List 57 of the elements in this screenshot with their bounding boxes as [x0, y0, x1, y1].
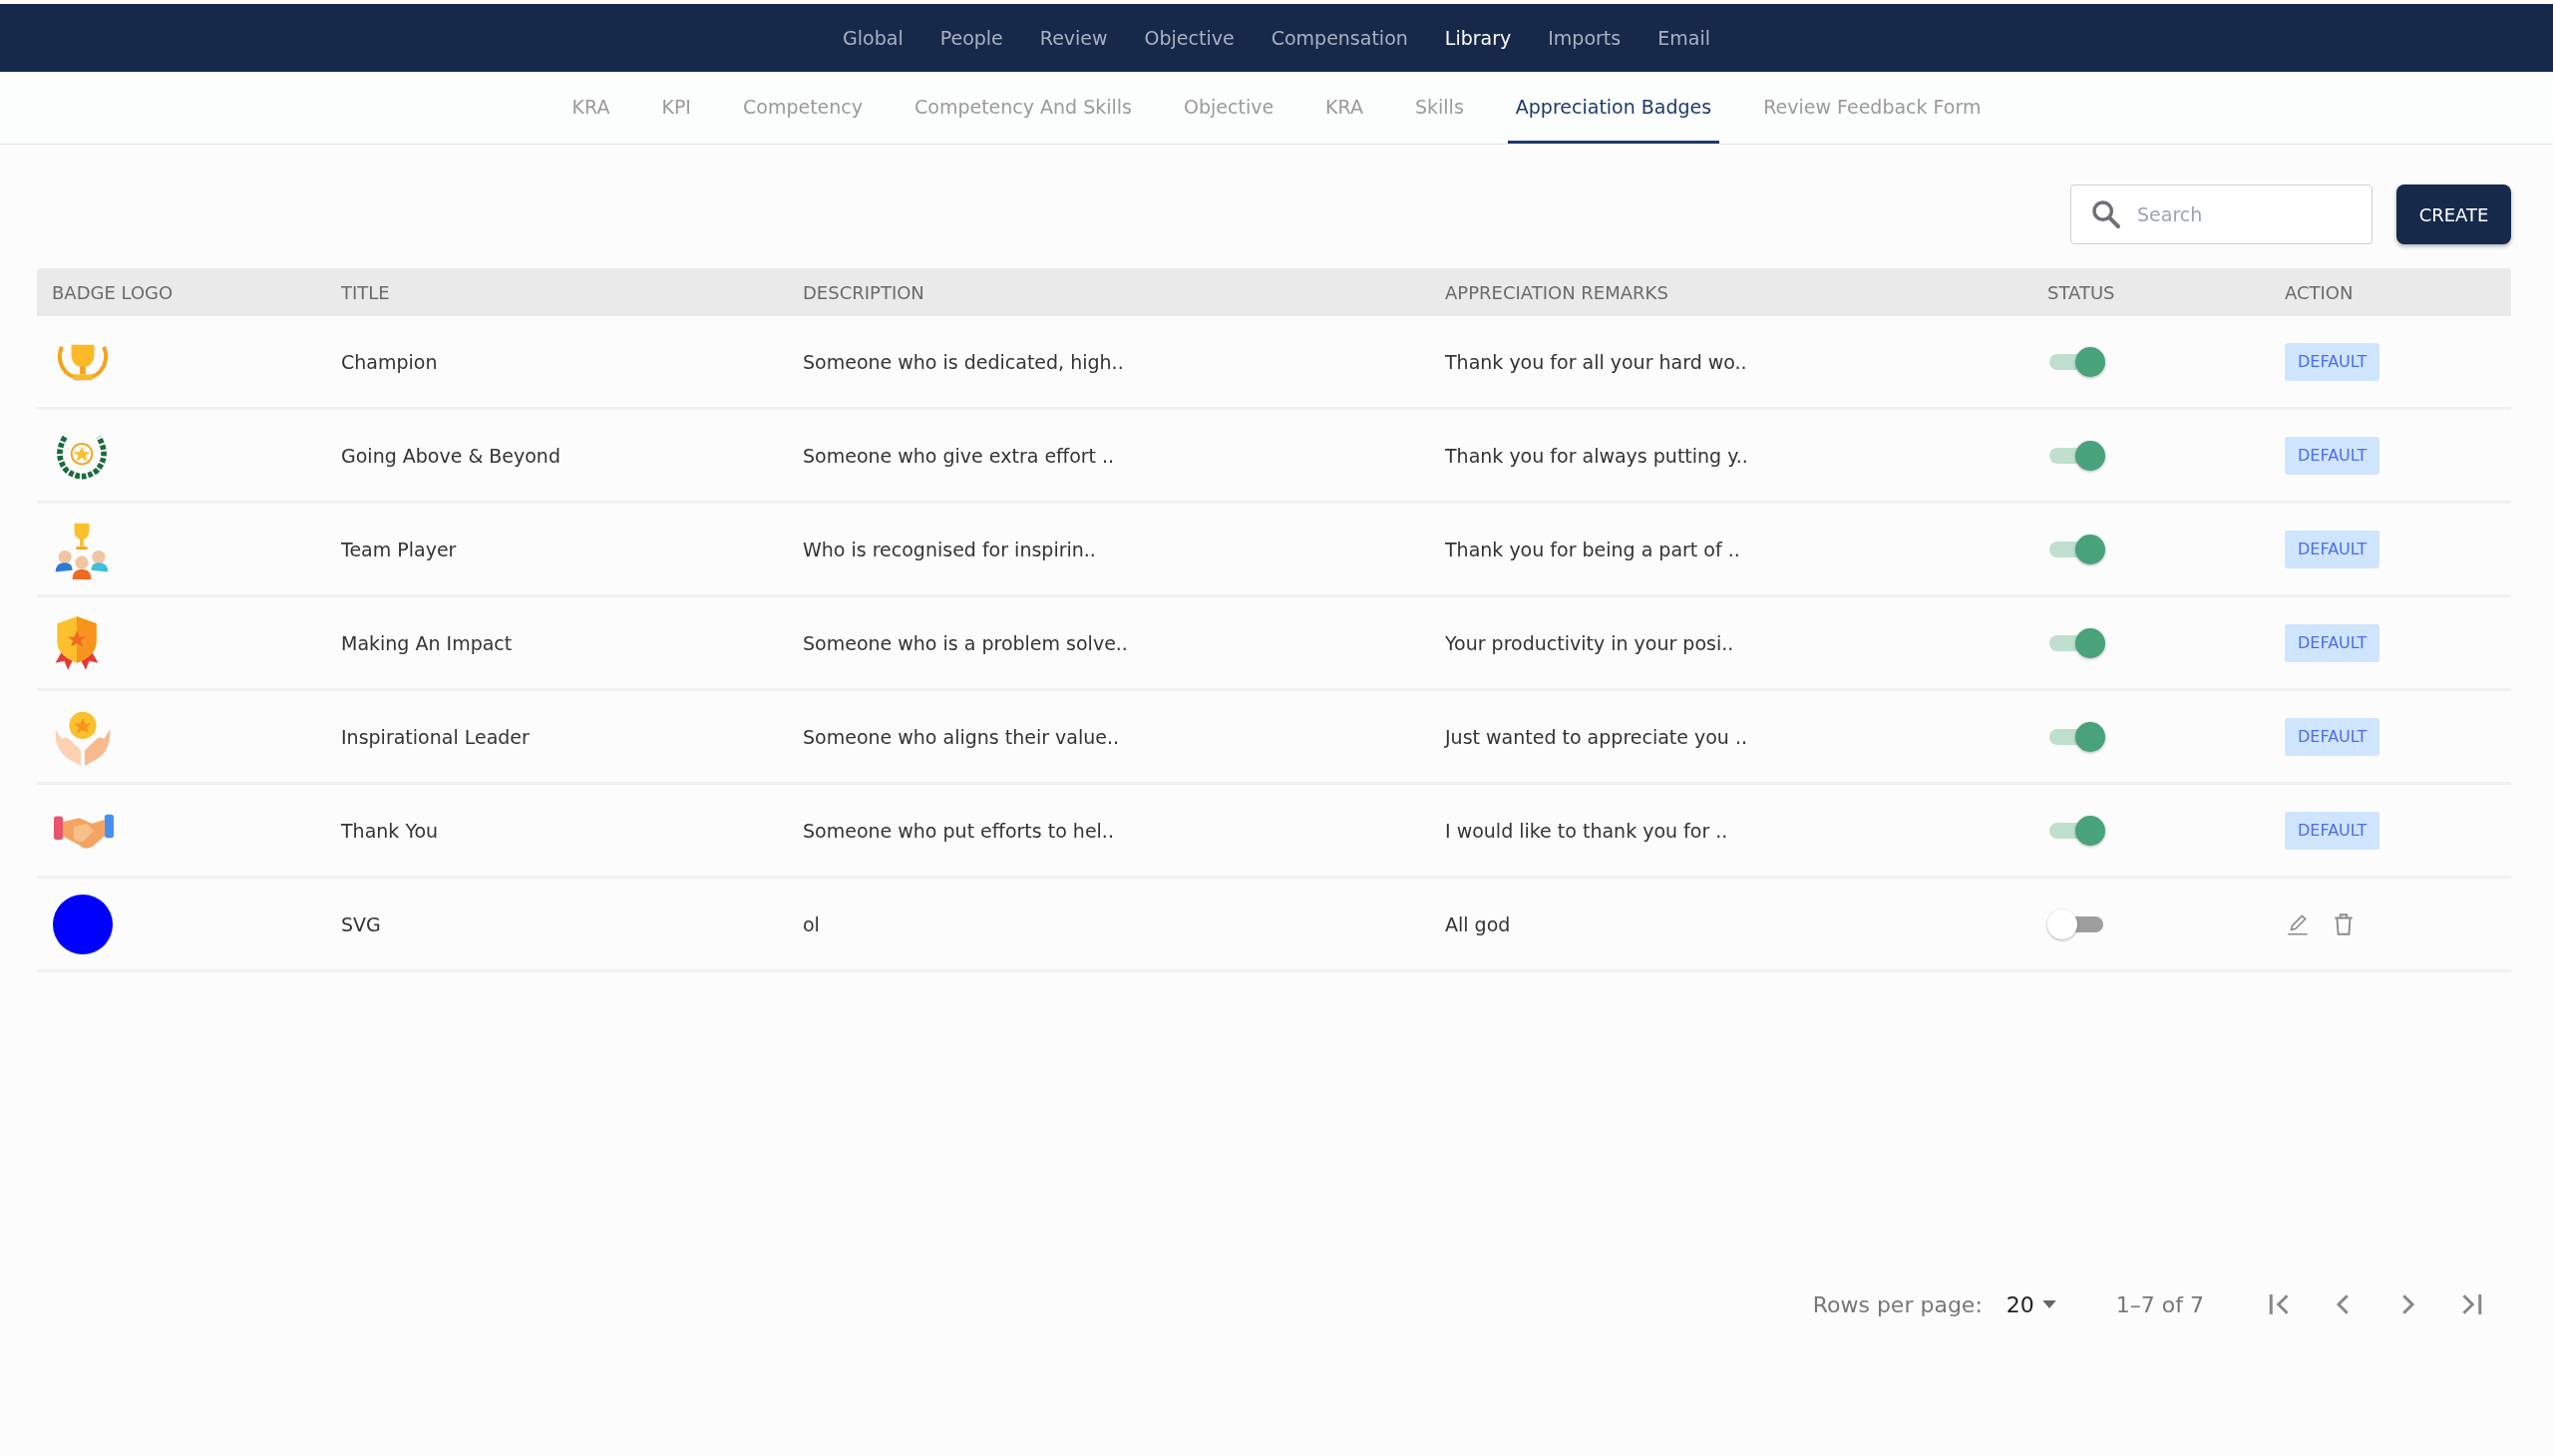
description-text: Someone who give extra effort ..	[803, 444, 1115, 467]
rows-per-page-select[interactable]: 20	[2006, 1291, 2056, 1317]
sub-tab[interactable]: Appreciation Badges	[1507, 72, 1720, 144]
default-button[interactable]: DEFAULT	[2285, 811, 2380, 850]
badge-title: Team Player	[341, 538, 457, 560]
search-field[interactable]: Search	[2070, 184, 2372, 244]
caret-icon	[2041, 1299, 2056, 1309]
default-button[interactable]: DEFAULT	[2285, 623, 2380, 662]
nav-tab[interactable]: People	[939, 27, 1003, 49]
page-range-text: 1–7 of 7	[2115, 1291, 2204, 1317]
create-button[interactable]: CREATE	[2396, 184, 2511, 244]
nav-tab[interactable]: Compensation	[1271, 27, 1408, 49]
sub-tab[interactable]: Review Feedback Form	[1755, 72, 1990, 144]
badge-title: SVG	[341, 912, 381, 935]
sub-tab[interactable]: KRA	[1317, 72, 1371, 144]
sub-tab[interactable]: KRA	[563, 72, 618, 144]
nav-tab[interactable]: Global	[843, 27, 904, 49]
description-text: Someone who aligns their value..	[803, 725, 1120, 748]
sub-tab[interactable]: Competency	[735, 72, 871, 144]
remarks-text: Thank you for being a part of ..	[1445, 538, 1740, 560]
badge-title: Going Above & Beyond	[341, 444, 560, 467]
sub-tab[interactable]: KPI	[653, 72, 699, 144]
default-button[interactable]: DEFAULT	[2285, 342, 2380, 381]
badge-title: Thank You	[341, 819, 439, 842]
sub-tab[interactable]: Skills	[1407, 72, 1472, 144]
sub-tab[interactable]: Competency And Skills	[907, 72, 1140, 144]
description-text: Someone who put efforts to hel..	[803, 819, 1114, 842]
nav-tab[interactable]: Review	[1039, 27, 1108, 49]
description-text: Someone who is a problem solve..	[803, 631, 1128, 654]
nav-tab[interactable]: Imports	[1548, 27, 1622, 49]
default-button[interactable]: DEFAULT	[2285, 530, 2380, 568]
circle-logo	[52, 893, 114, 955]
badge-title: Inspirational Leader	[341, 725, 530, 748]
remarks-text: Thank you for always putting y..	[1445, 444, 1748, 467]
description-text: Who is recognised for inspirin..	[803, 538, 1096, 560]
remarks-text: I would like to thank you for ..	[1445, 819, 1728, 842]
column-header: ACTION	[2284, 281, 2355, 303]
remarks-text: Your productivity in your posi..	[1445, 631, 1734, 654]
column-header: TITLE	[340, 281, 391, 303]
nav-tab[interactable]: Objective	[1144, 27, 1235, 49]
sub-tab[interactable]: Objective	[1176, 72, 1282, 144]
badge-title: Champion	[341, 350, 438, 373]
nav-tab[interactable]: Email	[1657, 27, 1710, 49]
remarks-text: All god	[1445, 912, 1511, 935]
description-text: Someone who is dedicated, high..	[803, 350, 1124, 373]
default-button[interactable]: DEFAULT	[2285, 717, 2380, 756]
column-header: BADGE LOGO	[51, 281, 175, 303]
nav-tab[interactable]: Library	[1444, 27, 1512, 49]
column-header: APPRECIATION REMARKS	[1444, 281, 1669, 303]
rows-per-page-label: Rows per page:	[1812, 1291, 1983, 1317]
default-button[interactable]: DEFAULT	[2285, 436, 2380, 475]
remarks-text: Just wanted to appreciate you ..	[1445, 725, 1748, 748]
column-header: DESCRIPTION	[802, 281, 925, 303]
description-text: ol	[803, 912, 820, 935]
remarks-text: Thank you for all your hard wo..	[1445, 350, 1747, 373]
column-header: STATUS	[2046, 281, 2116, 303]
badge-title: Making An Impact	[341, 631, 513, 654]
